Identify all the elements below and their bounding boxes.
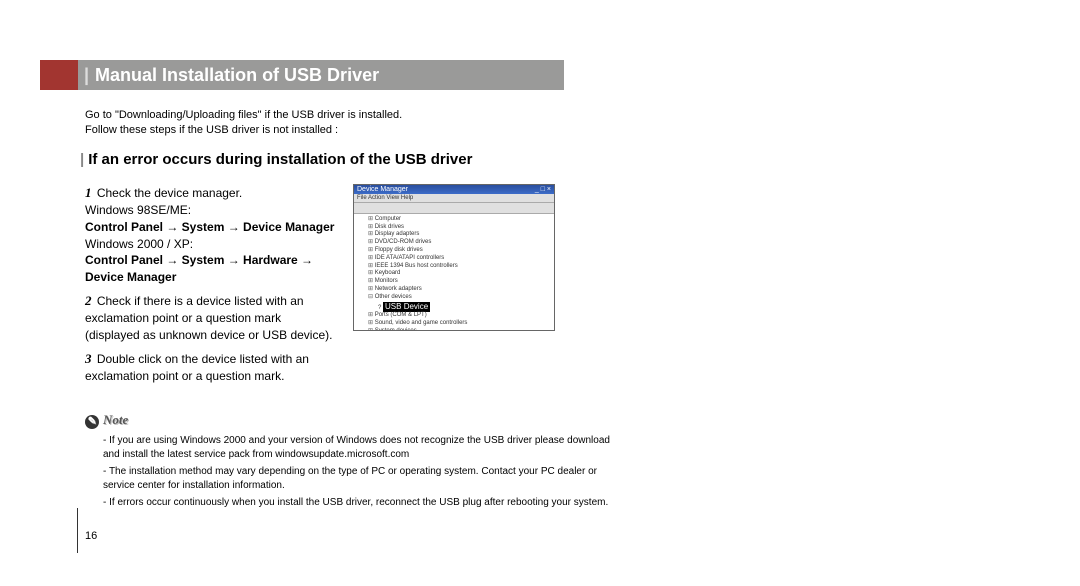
note-item: - The installation method may vary depen… <box>103 465 625 494</box>
section-heading: |If an error occurs during installation … <box>80 151 1040 168</box>
note-label: Note <box>85 411 625 430</box>
step-3: 3 Double click on the device listed with… <box>85 350 335 385</box>
device-tree: Computer Disk drives Display adapters DV… <box>354 214 554 331</box>
device-manager-screenshot: Device Manager_ □ × File Action View Hel… <box>353 184 555 331</box>
note-item: - If errors occur continuously when you … <box>103 496 625 511</box>
highlighted-usb-device: ? USB Device <box>358 302 550 313</box>
manual-page: |Manual Installation of USB Driver Go to… <box>40 60 1040 512</box>
title-bar: |Manual Installation of USB Driver <box>40 60 1040 90</box>
window-menubar: File Action View Help <box>354 194 554 203</box>
step-2: 2 Check if there is a device listed with… <box>85 292 335 344</box>
window-toolbar <box>354 203 554 214</box>
page-title: |Manual Installation of USB Driver <box>78 60 564 90</box>
note-item: - If you are using Windows 2000 and your… <box>103 434 625 463</box>
steps-list: 1 Check the device manager. Windows 98SE… <box>85 184 335 391</box>
page-number: 16 <box>85 530 97 542</box>
accent-block <box>40 60 78 90</box>
page-number-rule <box>77 508 78 553</box>
step-1: 1 Check the device manager. Windows 98SE… <box>85 184 335 286</box>
window-titlebar: Device Manager_ □ × <box>354 185 554 194</box>
intro-text: Go to "Downloading/Uploading files" if t… <box>85 108 1040 139</box>
note-section: Note - If you are using Windows 2000 and… <box>85 411 625 510</box>
